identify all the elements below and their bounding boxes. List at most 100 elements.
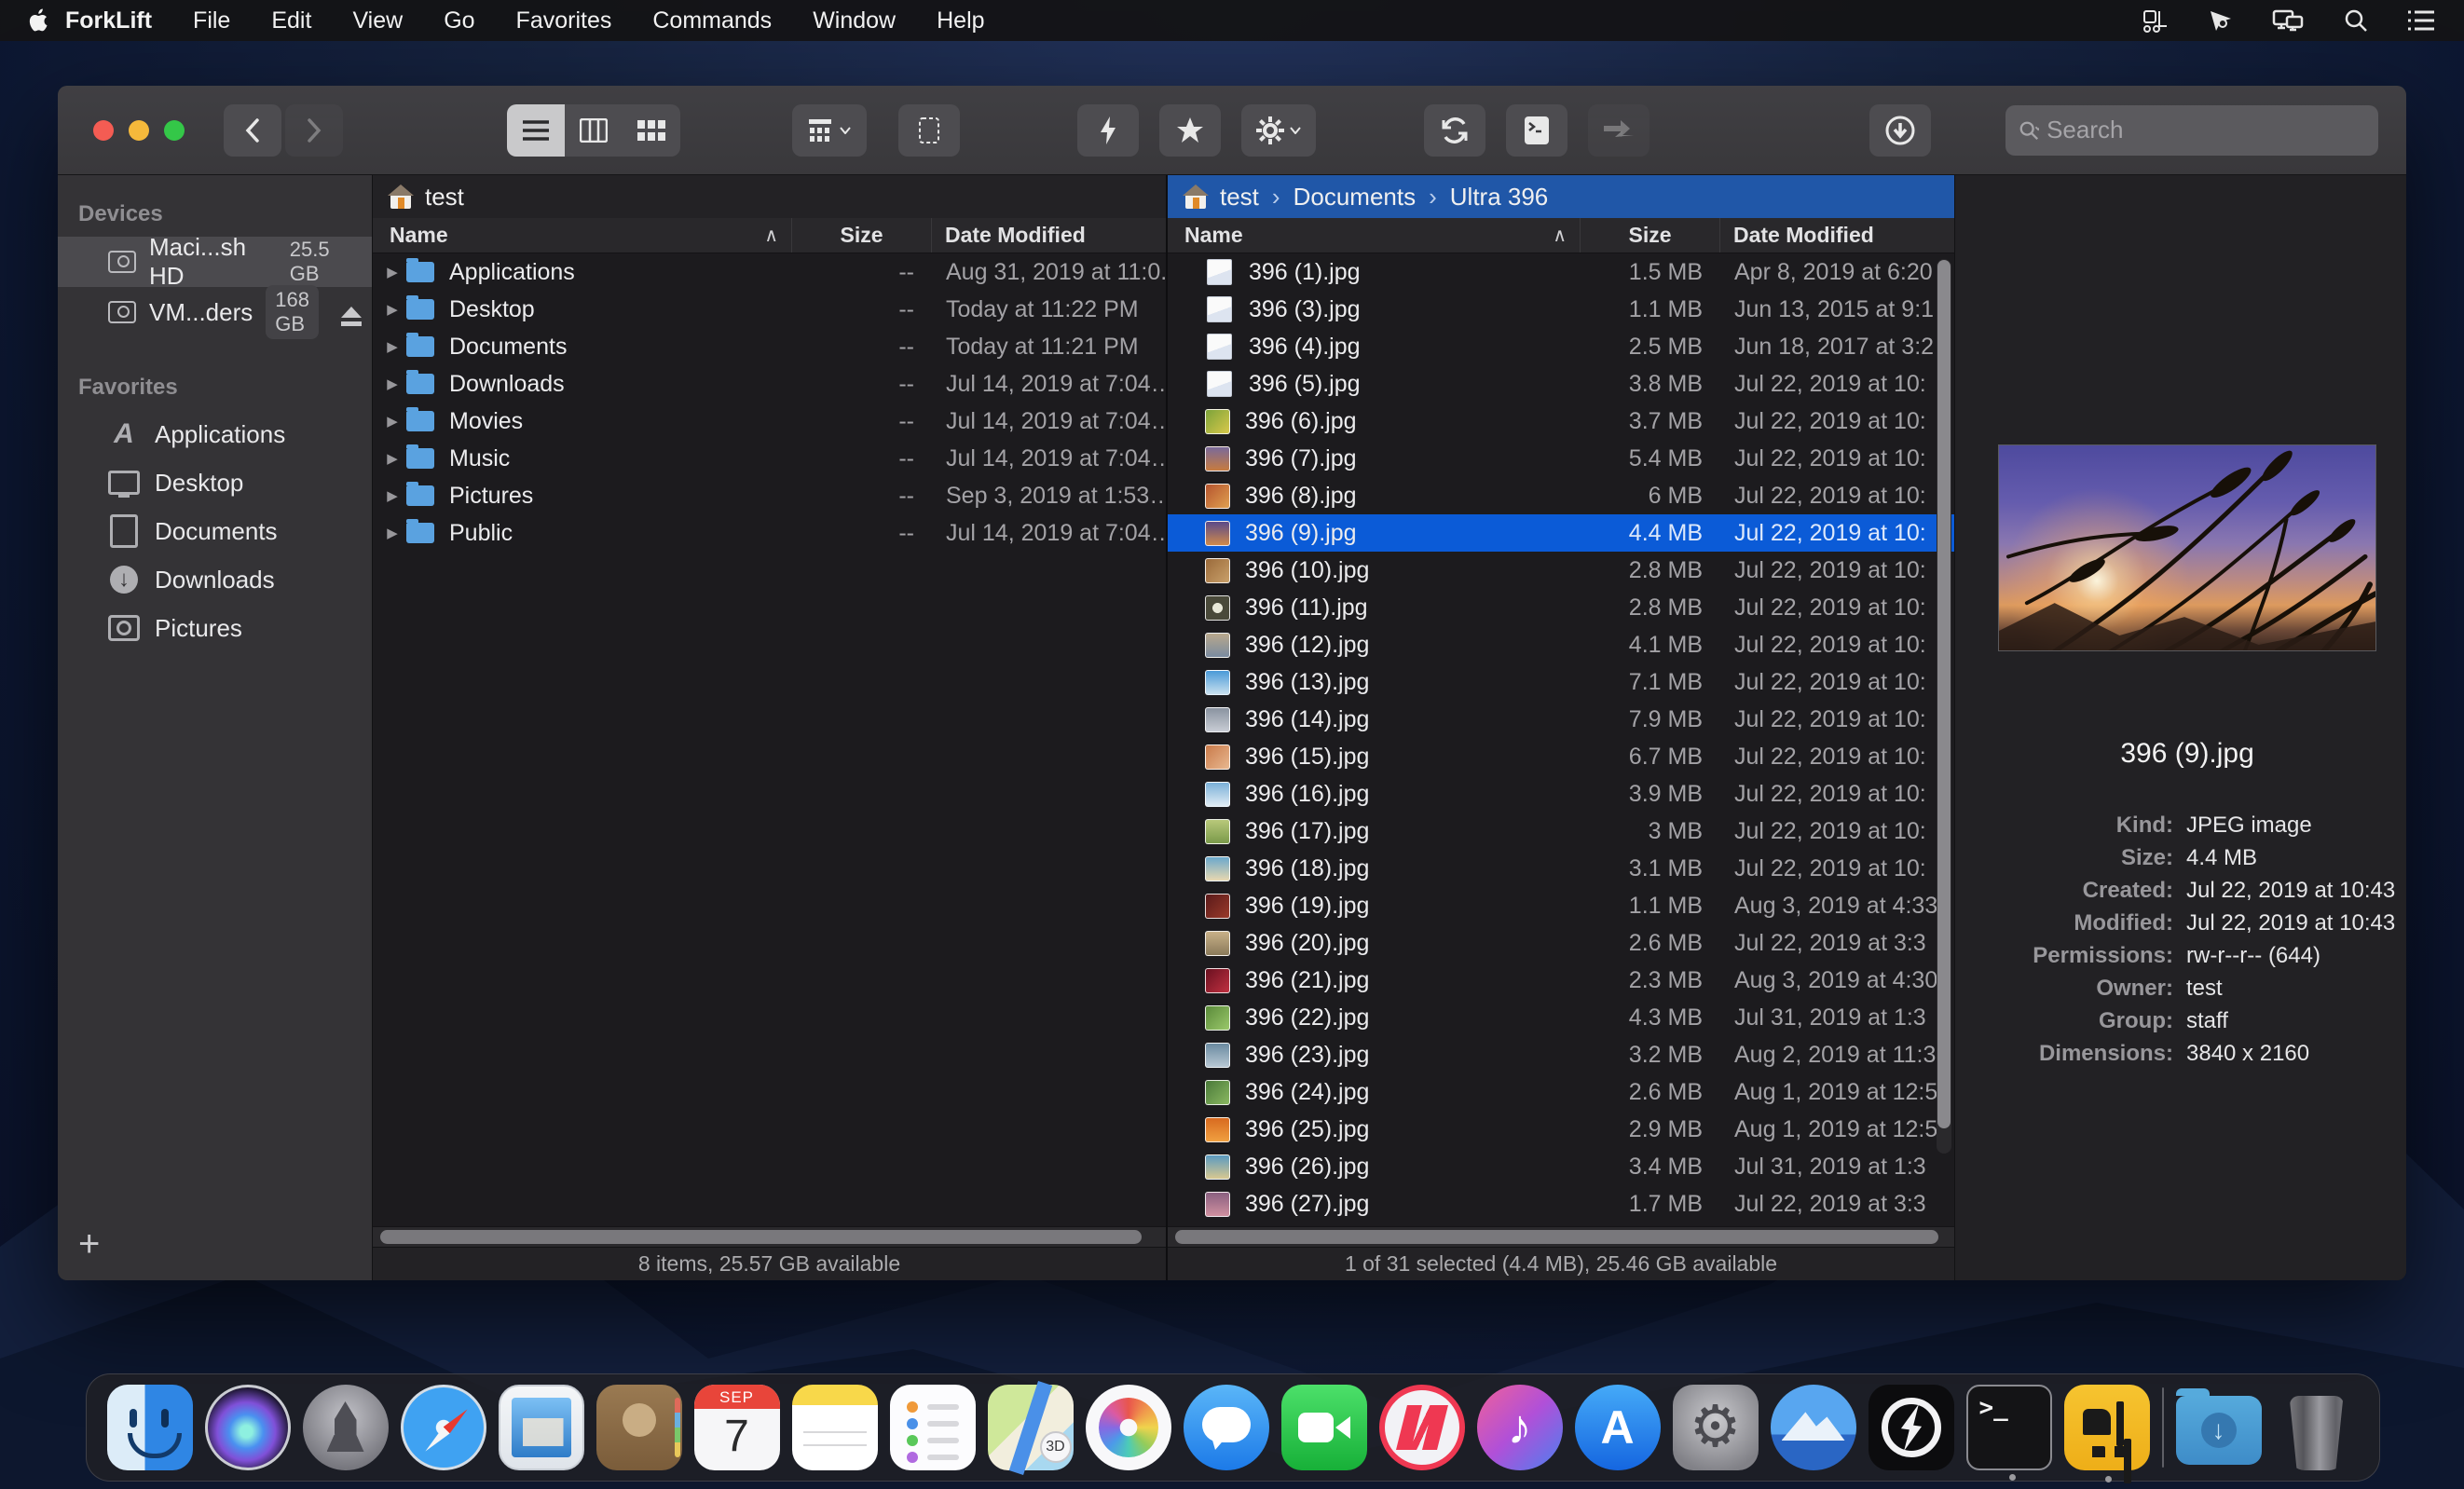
- scrollbar-thumb[interactable]: [380, 1230, 1142, 1244]
- apple-menu[interactable]: [26, 7, 48, 34]
- dock-icon-safari[interactable]: [401, 1385, 486, 1470]
- folder-row[interactable]: ▶ Music -- Jul 14, 2019 at 7:04…: [373, 440, 1166, 477]
- folder-row[interactable]: ▶ Applications -- Aug 31, 2019 at 11:0.: [373, 253, 1166, 291]
- sync-button[interactable]: [1424, 104, 1485, 157]
- eject-icon[interactable]: [341, 307, 362, 318]
- menu-item[interactable]: View: [352, 7, 403, 34]
- file-row[interactable]: 396 (27).jpg 1.7 MB Jul 22, 2019 at 3:3: [1168, 1185, 1954, 1223]
- folder-row[interactable]: ▶ Public -- Jul 14, 2019 at 7:04…: [373, 514, 1166, 552]
- dock-icon-blue-mountain-app[interactable]: [1771, 1385, 1856, 1470]
- file-row[interactable]: 396 (26).jpg 3.4 MB Jul 31, 2019 at 1:3: [1168, 1148, 1954, 1185]
- sidebar-item[interactable]: Applications: [58, 410, 372, 458]
- column-name[interactable]: Name ∧: [1168, 223, 1580, 248]
- file-row[interactable]: 396 (5).jpg 3.8 MB Jul 22, 2019 at 10:: [1168, 365, 1954, 403]
- right-horizontal-scrollbar[interactable]: [1168, 1226, 1954, 1247]
- column-view-button[interactable]: [565, 104, 623, 157]
- add-favorite-button[interactable]: +: [78, 1223, 100, 1265]
- column-name[interactable]: Name ∧: [373, 223, 791, 248]
- file-row[interactable]: 396 (13).jpg 7.1 MB Jul 22, 2019 at 10:: [1168, 663, 1954, 701]
- file-row[interactable]: 396 (12).jpg 4.1 MB Jul 22, 2019 at 10:: [1168, 626, 1954, 663]
- path-segment[interactable]: test: [1220, 183, 1259, 212]
- file-row[interactable]: 396 (21).jpg 2.3 MB Aug 3, 2019 at 4:30: [1168, 962, 1954, 999]
- sidebar-device-vm-folders[interactable]: VM...ders 168 GB: [58, 287, 372, 337]
- activities-button[interactable]: [1869, 104, 1931, 157]
- left-path-bar[interactable]: test: [373, 175, 1166, 218]
- dock-icon-launchpad[interactable]: [303, 1385, 389, 1470]
- dock-icon-system-preferences[interactable]: [1673, 1385, 1759, 1470]
- left-horizontal-scrollbar[interactable]: [373, 1226, 1166, 1247]
- scrollbar-thumb[interactable]: [1937, 260, 1951, 1128]
- dock-icon-facetime[interactable]: [1281, 1385, 1367, 1470]
- disclosure-triangle-icon[interactable]: ▶: [378, 450, 406, 467]
- sidebar-item[interactable]: Desktop: [58, 458, 372, 507]
- file-row[interactable]: 396 (17).jpg 3 MB Jul 22, 2019 at 10:: [1168, 813, 1954, 850]
- file-row[interactable]: 396 (19).jpg 1.1 MB Aug 3, 2019 at 4:33: [1168, 887, 1954, 924]
- dock-icon-appstore[interactable]: [1575, 1385, 1661, 1470]
- file-row[interactable]: 396 (14).jpg 7.9 MB Jul 22, 2019 at 10:: [1168, 701, 1954, 738]
- dock-icon-trash[interactable]: [2274, 1385, 2360, 1470]
- dock-icon-reminders[interactable]: [890, 1385, 976, 1470]
- list-view-button[interactable]: [507, 104, 565, 157]
- sidebar-item[interactable]: Pictures: [58, 604, 372, 652]
- folder-row[interactable]: ▶ Downloads -- Jul 14, 2019 at 7:04…: [373, 365, 1166, 403]
- file-row[interactable]: 396 (25).jpg 2.9 MB Aug 1, 2019 at 12:5: [1168, 1111, 1954, 1148]
- file-row[interactable]: 396 (22).jpg 4.3 MB Jul 31, 2019 at 1:3: [1168, 999, 1954, 1036]
- column-size[interactable]: Size: [791, 218, 931, 253]
- spotlight-search-icon[interactable]: [2343, 7, 2369, 34]
- back-button[interactable]: [224, 104, 281, 157]
- menu-item[interactable]: Edit: [271, 7, 311, 34]
- file-row[interactable]: 396 (8).jpg 6 MB Jul 22, 2019 at 10:: [1168, 477, 1954, 514]
- displays-icon[interactable]: [2272, 7, 2306, 34]
- favorites-button[interactable]: [1159, 104, 1221, 157]
- dock-icon-siri[interactable]: [205, 1385, 291, 1470]
- file-row[interactable]: 396 (6).jpg 3.7 MB Jul 22, 2019 at 10:: [1168, 403, 1954, 440]
- dock-icon-calendar[interactable]: SEP 7: [694, 1385, 780, 1470]
- file-row[interactable]: 396 (1).jpg 1.5 MB Apr 8, 2019 at 6:20: [1168, 253, 1954, 291]
- arrange-menu-button[interactable]: [792, 104, 867, 157]
- column-date[interactable]: Date Modified: [1719, 218, 1954, 253]
- file-row[interactable]: 396 (7).jpg 5.4 MB Jul 22, 2019 at 10:: [1168, 440, 1954, 477]
- sidebar-device-macintosh-hd[interactable]: Maci...sh HD 25.5 GB: [58, 237, 372, 287]
- settings-menu-button[interactable]: [1241, 104, 1316, 157]
- dock-icon-downloads-folder[interactable]: [2176, 1396, 2262, 1465]
- menu-item[interactable]: Window: [813, 7, 896, 34]
- file-row[interactable]: 396 (16).jpg 3.9 MB Jul 22, 2019 at 10:: [1168, 775, 1954, 813]
- disclosure-triangle-icon[interactable]: ▶: [378, 376, 406, 392]
- transfer-button[interactable]: [1588, 104, 1650, 157]
- file-row[interactable]: 396 (4).jpg 2.5 MB Jun 18, 2017 at 3:2: [1168, 328, 1954, 365]
- path-segment[interactable]: Ultra 396: [1450, 183, 1549, 212]
- minimize-button[interactable]: [129, 120, 149, 141]
- sidebar-item[interactable]: Documents: [58, 507, 372, 555]
- disclosure-triangle-icon[interactable]: ▶: [378, 525, 406, 541]
- right-path-bar[interactable]: test › Documents › Ultra 396: [1168, 175, 1954, 218]
- dock-icon-dark-lightning-app[interactable]: [1869, 1385, 1954, 1470]
- menu-item[interactable]: Help: [937, 7, 984, 34]
- file-row[interactable]: 396 (9).jpg 4.4 MB Jul 22, 2019 at 10:: [1168, 514, 1954, 552]
- dock-icon-terminal[interactable]: [1966, 1385, 2052, 1470]
- file-row[interactable]: 396 (24).jpg 2.6 MB Aug 1, 2019 at 12:5: [1168, 1073, 1954, 1111]
- file-row[interactable]: 396 (23).jpg 3.2 MB Aug 2, 2019 at 11:3: [1168, 1036, 1954, 1073]
- dock-icon-maps[interactable]: 3D: [988, 1385, 1074, 1470]
- menu-item[interactable]: Favorites: [516, 7, 612, 34]
- search-input[interactable]: [2046, 116, 2365, 144]
- disclosure-triangle-icon[interactable]: ▶: [378, 487, 406, 504]
- menu-item[interactable]: Go: [444, 7, 474, 34]
- dock-icon-messages[interactable]: [1184, 1385, 1269, 1470]
- folder-row[interactable]: ▶ Documents -- Today at 11:21 PM: [373, 328, 1166, 365]
- dock-icon-separator[interactable]: [2162, 1387, 2164, 1468]
- zoom-button[interactable]: [164, 120, 185, 141]
- select-button[interactable]: [898, 104, 960, 157]
- disclosure-triangle-icon[interactable]: ▶: [378, 338, 406, 355]
- column-date[interactable]: Date Modified: [931, 218, 1166, 253]
- disclosure-triangle-icon[interactable]: ▶: [378, 264, 406, 280]
- dock-icon-contacts[interactable]: [596, 1385, 682, 1470]
- file-row[interactable]: 396 (3).jpg 1.1 MB Jun 13, 2015 at 9:1: [1168, 291, 1954, 328]
- icon-view-button[interactable]: [623, 104, 680, 157]
- file-row[interactable]: 396 (15).jpg 6.7 MB Jul 22, 2019 at 10:: [1168, 738, 1954, 775]
- menu-item[interactable]: File: [193, 7, 230, 34]
- dock-icon-itunes[interactable]: [1477, 1385, 1563, 1470]
- scrollbar-thumb[interactable]: [1175, 1230, 1938, 1244]
- file-row[interactable]: 396 (20).jpg 2.6 MB Jul 22, 2019 at 3:3: [1168, 924, 1954, 962]
- forward-button[interactable]: [285, 104, 343, 157]
- dock-icon-finder[interactable]: [107, 1385, 193, 1470]
